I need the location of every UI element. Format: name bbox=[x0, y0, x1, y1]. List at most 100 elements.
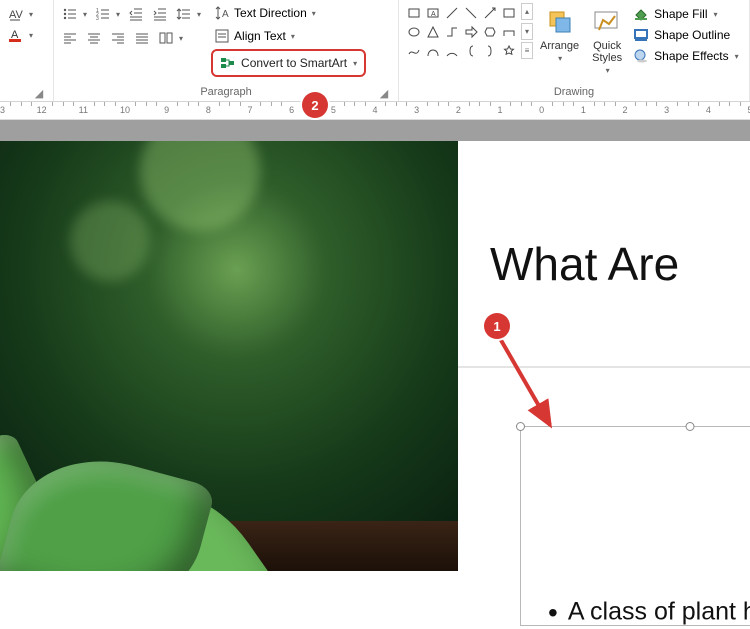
annotation-callout-2: 2 bbox=[302, 92, 328, 118]
shape-star-icon[interactable] bbox=[500, 42, 518, 60]
canvas-background bbox=[0, 120, 750, 141]
shape-effects-button[interactable]: Shape Effects▾ bbox=[629, 46, 743, 66]
shape-textbox-icon[interactable]: A bbox=[424, 4, 442, 22]
align-left-button[interactable] bbox=[59, 28, 81, 48]
align-text-button[interactable]: Align Text ▾ bbox=[211, 26, 366, 46]
font-color-button[interactable]: A▾ bbox=[5, 25, 36, 45]
bullet-dot-icon: • bbox=[548, 597, 558, 628]
bullets-icon bbox=[62, 6, 78, 22]
arrange-icon bbox=[544, 6, 576, 38]
quick-styles-label: Quick Styles bbox=[592, 40, 622, 64]
slide-title[interactable]: What Are bbox=[490, 237, 679, 291]
shape-brace-r-icon[interactable] bbox=[481, 42, 499, 60]
chevron-down-icon: ▾ bbox=[116, 10, 120, 19]
chevron-down-icon: ▾ bbox=[83, 10, 87, 19]
shape-curve-icon[interactable] bbox=[424, 42, 442, 60]
align-right-icon bbox=[110, 30, 126, 46]
convert-to-smartart-label: Convert to SmartArt bbox=[241, 56, 347, 70]
arrange-button[interactable]: Arrange ▾ bbox=[534, 2, 585, 67]
gallery-scroll[interactable]: ▴ ▾ ≡ bbox=[520, 2, 534, 60]
shape-connector-icon[interactable] bbox=[500, 23, 518, 41]
shape-elbow-icon[interactable] bbox=[443, 23, 461, 41]
shape-triangle-icon[interactable] bbox=[424, 23, 442, 41]
shape-arrow-icon[interactable] bbox=[481, 4, 499, 22]
line-spacing-button[interactable]: ▾ bbox=[173, 4, 204, 24]
chevron-down-icon: ▾ bbox=[179, 34, 183, 43]
slide-canvas[interactable]: What Are •A class of plant h bbox=[0, 120, 750, 565]
shape-arrow-right-icon[interactable] bbox=[462, 23, 480, 41]
shapes-gallery[interactable]: A bbox=[403, 2, 520, 62]
bullets-button[interactable]: ▾ bbox=[59, 4, 90, 24]
paragraph-group: ▾ 123 ▾ ▾ ▾ A Text Direction ▾ bbox=[54, 0, 399, 101]
quick-styles-button[interactable]: Quick Styles ▾ bbox=[585, 2, 629, 79]
gallery-up-icon[interactable]: ▴ bbox=[521, 3, 533, 20]
svg-text:AV: AV bbox=[9, 9, 24, 21]
chevron-down-icon: ▾ bbox=[29, 31, 33, 40]
slide-image bbox=[0, 141, 458, 571]
shape-effects-icon bbox=[633, 48, 649, 64]
shape-rect-icon[interactable] bbox=[405, 4, 423, 22]
line-spacing-icon bbox=[176, 6, 192, 22]
shape-arc-icon[interactable] bbox=[443, 42, 461, 60]
dialog-launcher-icon[interactable]: ◢ bbox=[33, 87, 45, 99]
chevron-down-icon: ▾ bbox=[291, 32, 295, 41]
quick-styles-icon bbox=[591, 6, 623, 38]
align-center-button[interactable] bbox=[83, 28, 105, 48]
shape-rect2-icon[interactable] bbox=[500, 4, 518, 22]
numbering-icon: 123 bbox=[95, 6, 111, 22]
svg-text:3: 3 bbox=[96, 16, 99, 22]
align-text-label: Align Text bbox=[234, 29, 286, 43]
increase-indent-button[interactable] bbox=[149, 4, 171, 24]
char-spacing-icon: AV bbox=[8, 6, 24, 22]
columns-button[interactable]: ▾ bbox=[155, 28, 186, 48]
shape-oval-icon[interactable] bbox=[405, 23, 423, 41]
shape-scribble-icon[interactable] bbox=[405, 42, 423, 60]
align-text-icon bbox=[214, 28, 230, 44]
text-direction-button[interactable]: A Text Direction ▾ bbox=[211, 3, 366, 23]
svg-text:A: A bbox=[222, 9, 229, 20]
char-spacing-button[interactable]: AV ▾ bbox=[5, 4, 36, 24]
numbering-button[interactable]: 123 ▾ bbox=[92, 4, 123, 24]
gallery-down-icon[interactable]: ▾ bbox=[521, 23, 533, 40]
shape-fill-icon bbox=[633, 6, 649, 22]
shape-effects-label: Shape Effects bbox=[654, 49, 729, 63]
chevron-down-icon: ▾ bbox=[29, 10, 33, 19]
chevron-down-icon: ▾ bbox=[312, 9, 316, 18]
annotation-arrow bbox=[490, 330, 580, 443]
shape-outline-button[interactable]: Shape Outline bbox=[629, 25, 743, 45]
text-direction-icon: A bbox=[214, 5, 230, 21]
dialog-launcher-icon[interactable]: ◢ bbox=[378, 87, 390, 99]
justify-button[interactable] bbox=[131, 28, 153, 48]
annotation-callout-1: 1 bbox=[484, 313, 510, 339]
chevron-down-icon: ▾ bbox=[353, 59, 357, 68]
shape-fill-button[interactable]: Shape Fill ▾ bbox=[629, 4, 743, 24]
slide[interactable]: What Are •A class of plant h bbox=[0, 141, 750, 581]
align-right-button[interactable] bbox=[107, 28, 129, 48]
align-center-icon bbox=[86, 30, 102, 46]
chevron-down-icon: ▾ bbox=[714, 10, 718, 19]
decrease-indent-icon bbox=[128, 6, 144, 22]
justify-icon bbox=[134, 30, 150, 46]
gallery-more-icon[interactable]: ≡ bbox=[521, 42, 533, 59]
text-placeholder-selected[interactable] bbox=[520, 426, 750, 626]
ribbon: AV▾ A▾ ◢ ▾ 123▾ ▾ bbox=[0, 0, 750, 102]
shape-fill-label: Shape Fill bbox=[654, 7, 707, 21]
shape-hex-icon[interactable] bbox=[481, 23, 499, 41]
bullet-text: A class of plant h bbox=[568, 598, 750, 626]
shape-outline-icon bbox=[633, 27, 649, 43]
convert-to-smartart-button[interactable]: Convert to SmartArt ▾ bbox=[211, 49, 366, 77]
shape-line2-icon[interactable] bbox=[462, 4, 480, 22]
chevron-down-icon: ▾ bbox=[606, 66, 610, 75]
shape-outline-label: Shape Outline bbox=[654, 28, 730, 42]
shape-line-icon[interactable] bbox=[443, 4, 461, 22]
text-direction-label: Text Direction bbox=[234, 6, 307, 20]
svg-text:A: A bbox=[431, 11, 436, 18]
resize-handle-tm[interactable] bbox=[686, 422, 695, 431]
shape-brace-l-icon[interactable] bbox=[462, 42, 480, 60]
font-group-fragment: AV ▾ A▾ ◢ bbox=[0, 0, 54, 101]
decrease-indent-button[interactable] bbox=[125, 4, 147, 24]
increase-indent-icon bbox=[152, 6, 168, 22]
paragraph-group-label: Paragraph bbox=[200, 86, 251, 98]
bullet-item[interactable]: • A class of plant h bbox=[548, 597, 750, 629]
horizontal-ruler[interactable]: 13121110987654321012345 bbox=[0, 102, 750, 120]
